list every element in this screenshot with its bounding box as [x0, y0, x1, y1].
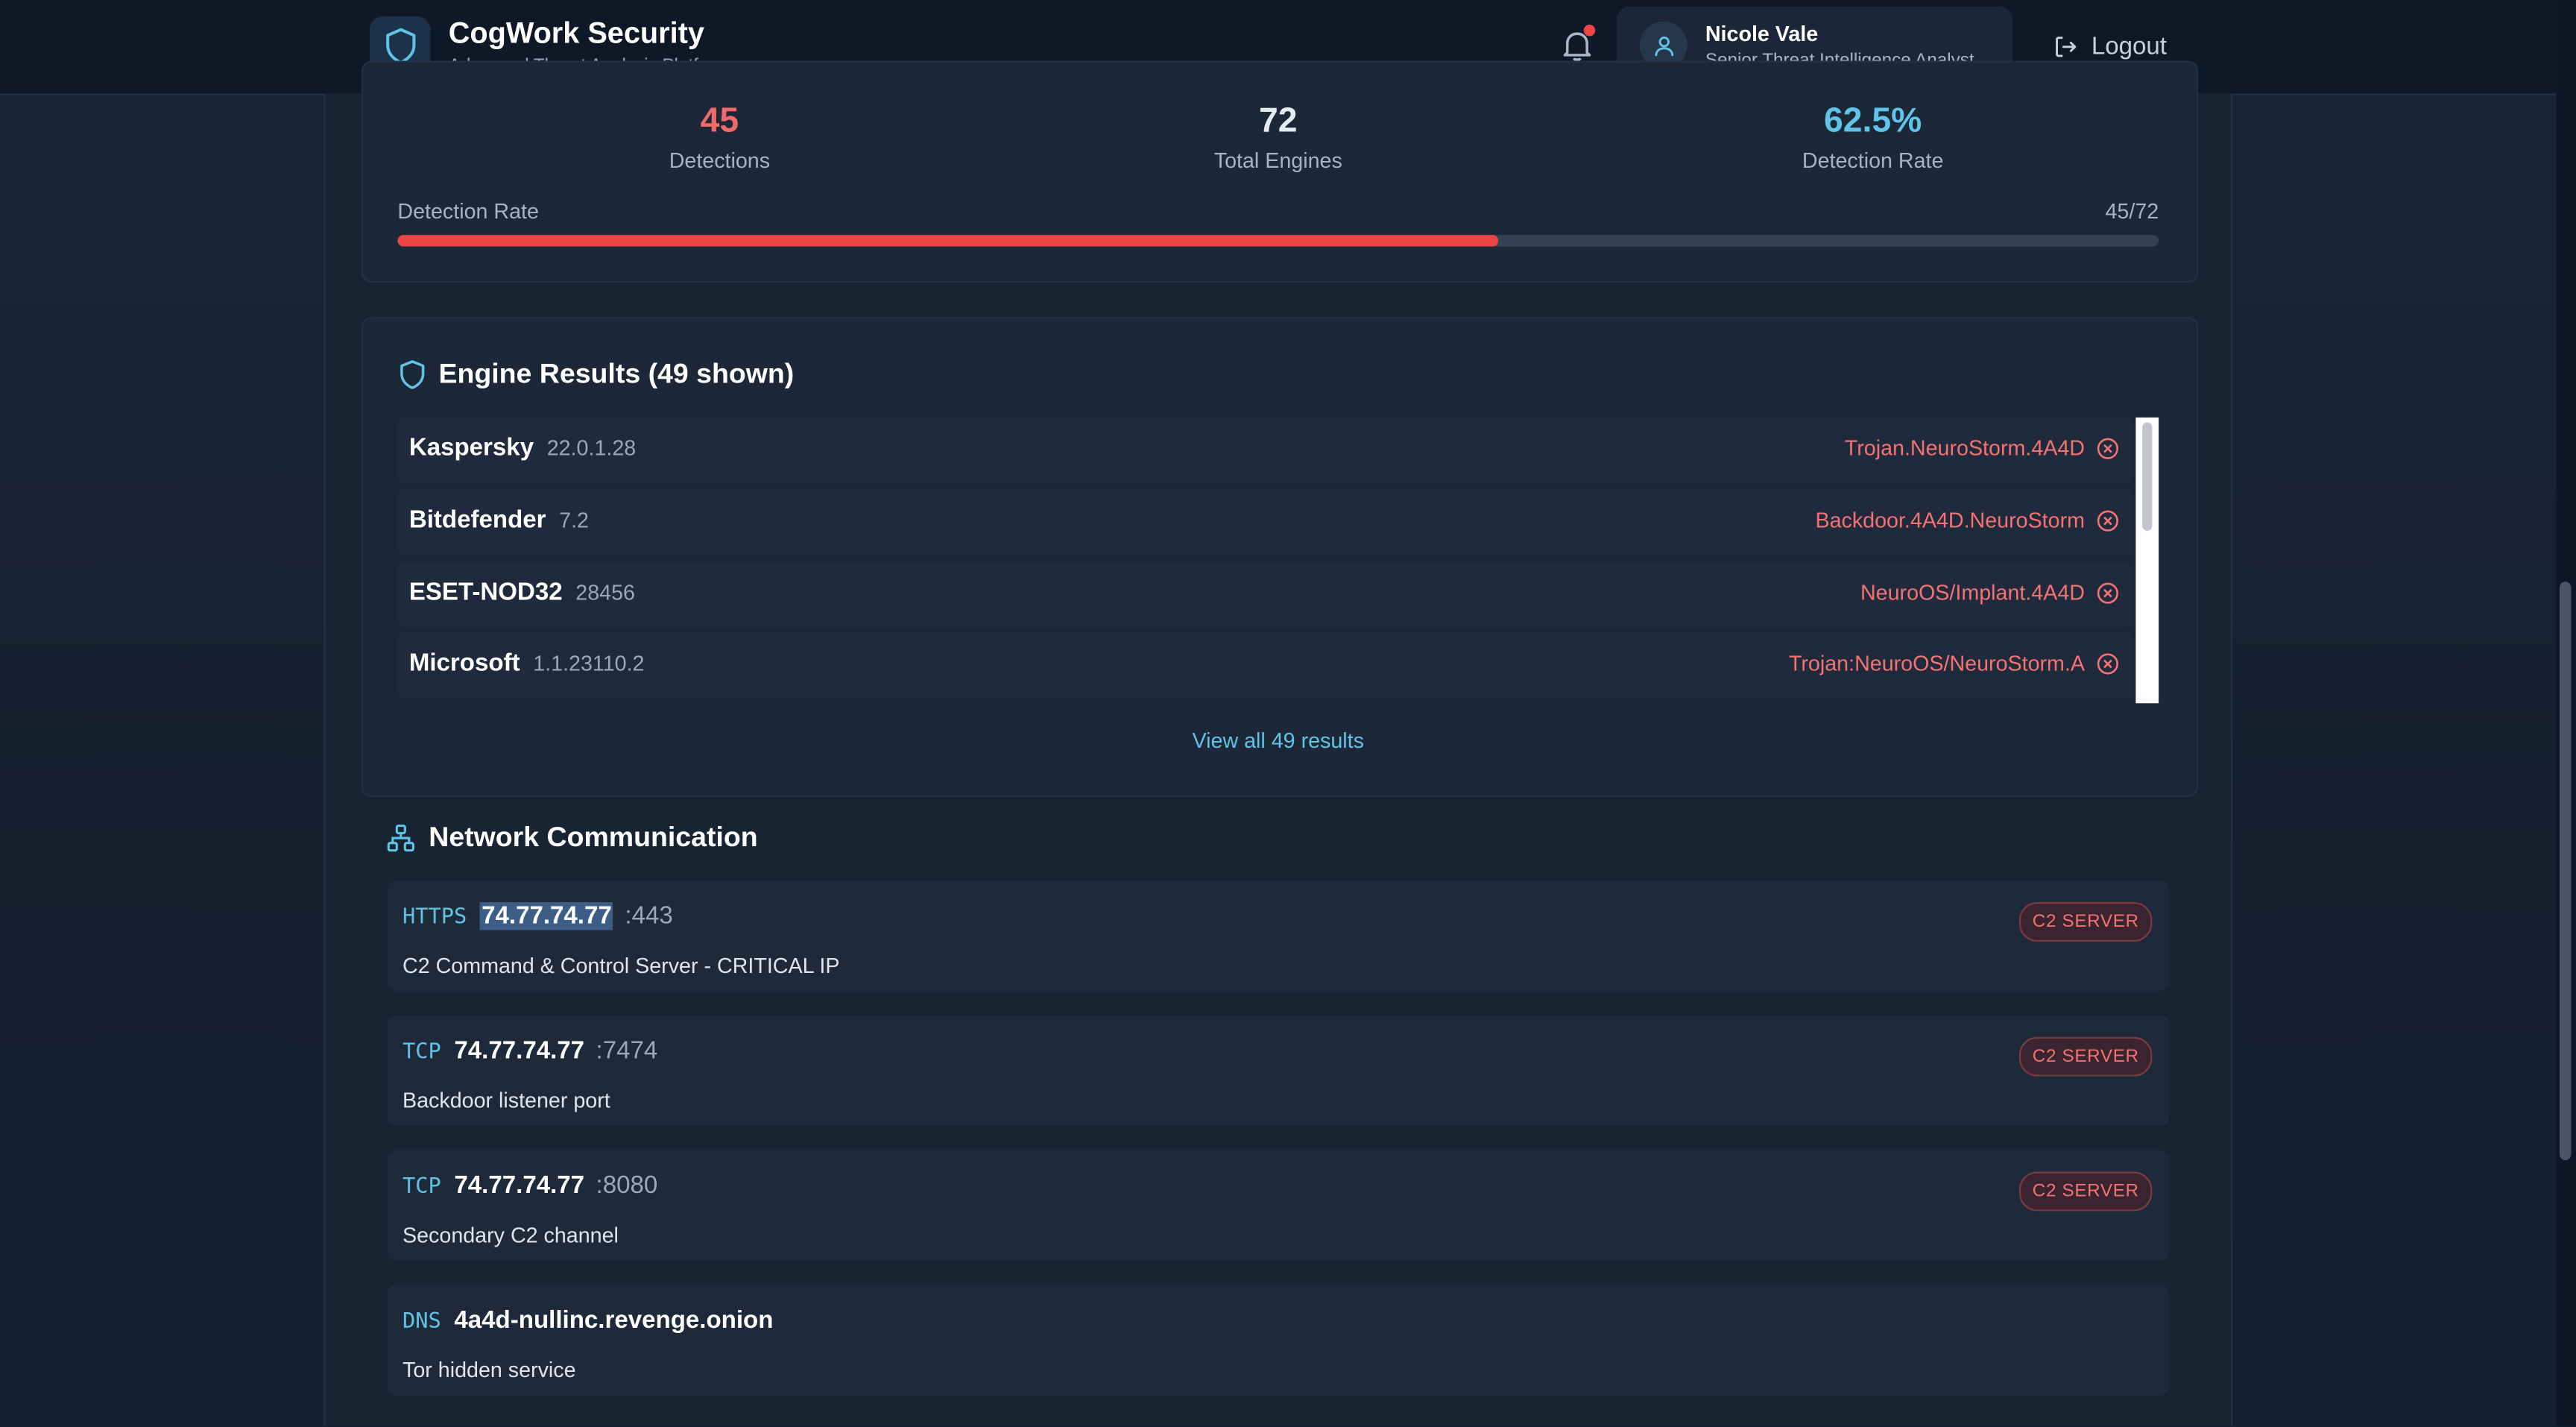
stat-detection-rate: 62.5% Detection Rate — [1708, 102, 2037, 173]
engine-name-wrap: Kaspersky 22.0.1.28 — [409, 434, 636, 462]
network-item: TCP 74.77.74.77 :8080 Secondary C2 chann… — [388, 1150, 2169, 1261]
network-port: :443 — [625, 902, 673, 930]
detections-label: Detections — [669, 148, 771, 173]
network-protocol: HTTPS — [402, 905, 467, 930]
engine-name: ESET-NOD32 — [408, 578, 563, 607]
network-item-endpoint: TCP 74.77.74.77 :7474 — [402, 1037, 657, 1065]
engine-result: NeuroOS/Implant.4A4D — [1860, 580, 2119, 605]
network-protocol: TCP — [402, 1040, 441, 1065]
detection-rate-bar-label: Detection Rate — [397, 198, 539, 224]
detections-value: 45 — [700, 101, 739, 140]
engine-results-header: Engine Results (49 shown) — [400, 358, 795, 391]
c2-server-badge: C2 SERVER — [2019, 1036, 2153, 1077]
network-host[interactable]: 4a4d-nullinc.revenge.onion — [454, 1306, 773, 1334]
shield-icon — [400, 360, 425, 389]
view-all-results-link[interactable]: View all 49 results — [325, 728, 2231, 752]
engine-result-label: Backdoor.4A4D.NeuroStorm — [1815, 508, 2086, 533]
logout-icon — [2056, 36, 2077, 57]
engine-row: Kaspersky 22.0.1.28 Trojan.NeuroStorm.4A4… — [397, 417, 2133, 484]
engine-result: Backdoor.4A4D.NeuroStorm — [1815, 508, 2119, 532]
network-item-endpoint: DNS 4a4d-nullinc.revenge.onion — [402, 1306, 773, 1334]
network-description: C2 Command & Control Server - CRITICAL I… — [402, 953, 840, 978]
network-description: Backdoor listener port — [402, 1088, 610, 1113]
rate-label: Detection Rate — [1802, 148, 1944, 173]
engine-version: 1.1.23110.2 — [533, 650, 645, 675]
network-port: :7474 — [596, 1036, 658, 1065]
logout-button[interactable]: Logout — [2053, 30, 2167, 63]
engines-value: 72 — [1259, 101, 1298, 140]
engine-result-label: NeuroOS/Implant.4A4D — [1860, 580, 2086, 605]
stat-detections: 45 Detections — [555, 102, 884, 173]
network-description: Secondary C2 channel — [402, 1222, 619, 1247]
engine-list-scrollbar[interactable] — [2135, 417, 2159, 704]
engine-result-label: Trojan.NeuroStorm.4A4D — [1844, 435, 2086, 461]
network-protocol: DNS — [402, 1309, 441, 1335]
engine-list-scroll-thumb[interactable] — [2142, 422, 2153, 531]
page-scroll-thumb[interactable] — [2559, 582, 2572, 1161]
detection-rate-bar-fill — [397, 235, 1499, 247]
engine-results-list[interactable]: Kaspersky 22.0.1.28 Trojan.NeuroStorm.4A4… — [397, 417, 2159, 704]
network-item: TCP 74.77.74.77 :7474 Backdoor listener … — [388, 1015, 2169, 1126]
engine-version: 28456 — [575, 580, 635, 605]
engine-row: Bitdefender 7.2 Backdoor.4A4D.NeuroStorm — [397, 489, 2133, 555]
app-page: CogWork Security Advanced Threat Analysi… — [0, 0, 2576, 1427]
engine-name-wrap: Microsoft 1.1.23110.2 — [409, 649, 645, 677]
network-port: :8080 — [596, 1171, 658, 1200]
engine-row: ESET-NOD32 28456 NeuroOS/Implant.4A4D — [397, 561, 2133, 628]
c2-server-badge: C2 SERVER — [2019, 1171, 2153, 1212]
network-host[interactable]: 74.77.74.77 — [454, 1172, 584, 1200]
engine-name-wrap: ESET-NOD32 28456 — [409, 579, 635, 606]
logout-label: Logout — [2091, 31, 2167, 60]
network-host[interactable]: 74.77.74.77 — [454, 1037, 584, 1065]
engine-name: Kaspersky — [408, 433, 534, 462]
network-item-endpoint: TCP 74.77.74.77 :8080 — [402, 1172, 657, 1200]
network-icon — [387, 825, 414, 852]
engine-version: 22.0.1.28 — [546, 435, 637, 461]
engines-label: Total Engines — [1213, 148, 1342, 173]
engine-row: Microsoft 1.1.23110.2 Trojan:NeuroOS/Neur… — [397, 632, 2133, 699]
detection-rate-bar — [397, 235, 2159, 247]
network-communication-header: Network Communication — [386, 822, 758, 854]
network-item: DNS 4a4d-nullinc.revenge.onion Tor hidde… — [388, 1285, 2169, 1396]
detection-rate-count: 45/72 — [2105, 198, 2159, 224]
brand-title: CogWork Security — [448, 16, 704, 50]
engine-results-title: Engine Results (49 shown) — [438, 358, 795, 390]
x-circle-icon — [2097, 509, 2118, 531]
x-circle-icon — [2097, 652, 2118, 674]
engine-name-wrap: Bitdefender 7.2 — [409, 506, 589, 534]
x-circle-icon — [2097, 582, 2118, 603]
notification-dot — [1583, 25, 1596, 37]
network-item-endpoint: HTTPS 74.77.74.77 :443 — [402, 902, 673, 930]
network-protocol: TCP — [402, 1174, 441, 1200]
c2-server-badge: C2 SERVER — [2019, 902, 2153, 942]
engine-version: 7.2 — [559, 508, 589, 533]
engine-result: Trojan.NeuroStorm.4A4D — [1845, 435, 2119, 460]
network-host[interactable]: 74.77.74.77 — [479, 902, 613, 930]
engine-result: Trojan:NeuroOS/NeuroStorm.A — [1789, 651, 2119, 675]
detection-stats-card: 45 Detections 72 Total Engines 62.5% Det… — [361, 60, 2199, 283]
rate-value: 62.5% — [1824, 101, 1922, 140]
page-scrollbar[interactable] — [2556, 0, 2576, 1427]
network-item: HTTPS 74.77.74.77 :443 C2 Command & Cont… — [388, 881, 2169, 992]
main-content: 45 Detections 72 Total Engines 62.5% Det… — [323, 60, 2233, 1427]
engine-name: Microsoft — [408, 649, 520, 678]
engine-result-label: Trojan:NeuroOS/NeuroStorm.A — [1788, 650, 2086, 675]
x-circle-icon — [2097, 437, 2118, 459]
network-description: Tor hidden service — [402, 1357, 576, 1382]
detection-rate-row: Detection Rate 45/72 — [397, 199, 2159, 224]
stat-total-engines: 72 Total Engines — [1114, 102, 1442, 173]
engine-name: Bitdefender — [408, 505, 546, 535]
user-name: Nicole Vale — [1705, 21, 1819, 46]
network-communication-title: Network Communication — [429, 822, 758, 853]
